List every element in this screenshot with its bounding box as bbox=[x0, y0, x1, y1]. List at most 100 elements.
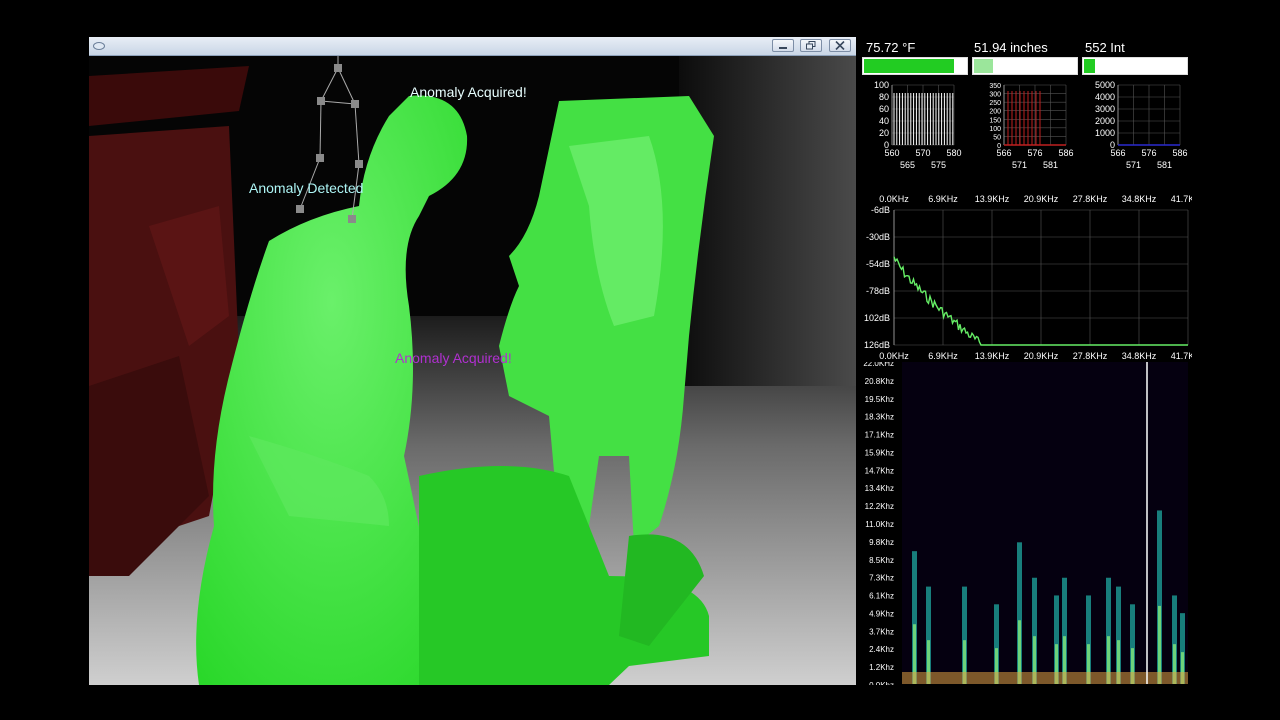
spectrum-db-label: -6dB bbox=[871, 205, 890, 215]
spectrogram-freq-label: 18.3Khz bbox=[865, 413, 894, 422]
spectrogram-freq-label: 13.4Khz bbox=[865, 484, 894, 493]
temperature-meter bbox=[862, 57, 968, 75]
close-icon bbox=[835, 41, 845, 50]
title-bar bbox=[89, 37, 856, 56]
spectrogram-freq-label: 2.4Khz bbox=[869, 645, 894, 654]
spectrum-freq-label-bottom: 6.9KHz bbox=[928, 351, 958, 361]
spectrum-freq-label-top: 41.7KHz bbox=[1171, 194, 1192, 204]
spectrogram-freq-label: 6.1Khz bbox=[869, 592, 894, 601]
spectrogram-freq-label: 15.9Khz bbox=[865, 448, 894, 457]
mini-chart-x-tick: 581 bbox=[1157, 160, 1172, 170]
spectrogram-freq-label: 7.3Khz bbox=[869, 574, 894, 583]
intensity-meter-fill bbox=[1084, 59, 1096, 73]
spectrogram-freq-label: 0.0Khz bbox=[869, 681, 894, 685]
mini-chart-y-tick: 4000 bbox=[1095, 92, 1115, 102]
mini-chart-x-tick: 576 bbox=[1141, 148, 1156, 158]
spectrum-freq-label-top: 13.9KHz bbox=[975, 194, 1010, 204]
distance-label: 51.94 inches bbox=[974, 40, 1048, 55]
distance-meter-fill bbox=[974, 59, 993, 73]
mini-chart-y-tick: 150 bbox=[989, 117, 1001, 124]
mini-chart-x-tick: 586 bbox=[1058, 148, 1073, 158]
restore-button[interactable] bbox=[800, 39, 822, 52]
spectrogram-freq-label: 1.2Khz bbox=[869, 663, 894, 672]
spectrogram-freq-label: 22.0KHz bbox=[863, 362, 894, 368]
spectrum-freq-label-top: 20.9KHz bbox=[1024, 194, 1059, 204]
temperature-label: 75.72 °F bbox=[866, 40, 916, 55]
spectrum-freq-label-bottom: 41.7KHz bbox=[1171, 351, 1192, 361]
mini-chart-x-tick: 571 bbox=[1012, 160, 1027, 170]
spectrum-db-label: 102dB bbox=[864, 313, 890, 323]
spectrogram-freq-label: 8.5Khz bbox=[869, 556, 894, 565]
spectrogram-freq-label: 17.1Khz bbox=[865, 431, 894, 440]
mini-chart-y-tick: 1000 bbox=[1095, 128, 1115, 138]
mini-chart-x-tick: 580 bbox=[946, 148, 961, 158]
mini-chart-x-tick: 566 bbox=[996, 148, 1011, 158]
spectrogram-freq-label: 12.2Khz bbox=[865, 502, 894, 511]
spectrum-freq-label-bottom: 0.0KHz bbox=[879, 351, 909, 361]
spectrogram-background bbox=[902, 362, 1188, 684]
mini-chart-y-tick: 3000 bbox=[1095, 104, 1115, 114]
spectrum-freq-label-bottom: 27.8KHz bbox=[1073, 351, 1108, 361]
spectrogram: 22.0KHz 20.8Khz 19.5Khz 18.3Khz 17.1Khz 15.9K… bbox=[863, 362, 1188, 685]
spectrogram-freq-label: 3.7Khz bbox=[869, 627, 894, 636]
minimize-icon bbox=[779, 47, 787, 49]
temperature-meter-fill bbox=[864, 59, 955, 73]
sensor-panel: 75.72 °F 51.94 inches 552 Int 100 80 60 40 2… bbox=[856, 37, 1192, 685]
depth-image bbox=[89, 56, 856, 685]
mini-chart-x-tick: 586 bbox=[1172, 148, 1187, 158]
anomaly-detected-label: Anomaly Detected bbox=[249, 180, 364, 196]
mini-chart-y-tick: 2000 bbox=[1095, 116, 1115, 126]
app-icon bbox=[93, 42, 105, 50]
mini-chart-y-tick: 100 bbox=[989, 126, 1001, 133]
mini-chart-x-tick: 581 bbox=[1043, 160, 1058, 170]
spectrum-db-label: 126dB bbox=[864, 340, 890, 350]
spectrogram-freq-label: 11.0Khz bbox=[865, 520, 894, 529]
distance-meter bbox=[972, 57, 1078, 75]
mini-chart-y-tick: 40 bbox=[879, 116, 889, 126]
mini-chart-x-tick: 560 bbox=[884, 148, 899, 158]
mini-charts: 100806040200560 570 580565 5753503002502001… bbox=[874, 81, 1188, 170]
mini-chart-1: 100806040200560 570 580565 575 bbox=[874, 81, 962, 170]
mini-chart-x-tick: 566 bbox=[1110, 148, 1125, 158]
spectrum-freq-label-top: 27.8KHz bbox=[1073, 194, 1108, 204]
spectrogram-low-band bbox=[902, 672, 1188, 684]
spectrum-freq-label-top: 6.9KHz bbox=[928, 194, 958, 204]
mini-chart-y-tick: 200 bbox=[989, 109, 1001, 116]
mini-chart-x-tick: 570 bbox=[915, 148, 930, 158]
mini-chart-y-tick: 350 bbox=[989, 83, 1001, 90]
mini-chart-2: 350300250200150100500566 576 586571 581 bbox=[989, 83, 1073, 170]
spectrum-db-label: -30dB bbox=[866, 232, 890, 242]
mini-chart-y-tick: 20 bbox=[879, 128, 889, 138]
mini-chart-y-tick: 100 bbox=[874, 81, 889, 90]
spectrogram-freq-label: 9.8Khz bbox=[869, 538, 894, 547]
depth-view: Anomaly Acquired! Anomaly Detected Anoma… bbox=[89, 56, 856, 685]
depth-camera-window: Anomaly Acquired! Anomaly Detected Anoma… bbox=[89, 37, 856, 685]
close-button[interactable] bbox=[829, 39, 851, 52]
mini-chart-y-tick: 5000 bbox=[1095, 81, 1115, 90]
frequency-spectrum: 0.0KHz 0.0KHz 6.9KHz 6.9KHz 13.9KHz 13.9KHz 20… bbox=[864, 194, 1192, 361]
spectrum-db-label: -78dB bbox=[866, 286, 890, 296]
mini-chart-x-tick: 576 bbox=[1027, 148, 1042, 158]
spectrum-freq-label-bottom: 20.9KHz bbox=[1024, 351, 1059, 361]
intensity-meter bbox=[1082, 57, 1188, 75]
mini-chart-y-tick: 60 bbox=[879, 104, 889, 114]
anomaly-acquired-label-mid: Anomaly Acquired! bbox=[395, 350, 512, 366]
mini-chart-3: 500040003000200010000566 576 586571 581 bbox=[1095, 81, 1188, 170]
mini-chart-x-tick: 571 bbox=[1126, 160, 1141, 170]
spectrum-freq-label-bottom: 34.8KHz bbox=[1122, 351, 1157, 361]
spectrogram-freq-label: 19.5Khz bbox=[865, 395, 894, 404]
minimize-button[interactable] bbox=[772, 39, 794, 52]
spectrogram-freq-label: 20.8Khz bbox=[865, 377, 894, 386]
spectrogram-freq-label: 14.7Khz bbox=[865, 466, 894, 475]
mini-chart-y-tick: 300 bbox=[989, 92, 1001, 99]
mini-chart-y-tick: 250 bbox=[989, 100, 1001, 107]
spectrum-db-label: -54dB bbox=[866, 259, 890, 269]
spectrogram-freq-label: 4.9Khz bbox=[869, 609, 894, 618]
anomaly-acquired-label-top: Anomaly Acquired! bbox=[410, 84, 527, 100]
mini-chart-x-tick: 575 bbox=[931, 160, 946, 170]
spectrum-freq-label-bottom: 13.9KHz bbox=[975, 351, 1010, 361]
spectrum-freq-label-top: 0.0KHz bbox=[879, 194, 909, 204]
restore-icon bbox=[806, 41, 816, 50]
intensity-label: 552 Int bbox=[1085, 40, 1125, 55]
mini-chart-y-tick: 50 bbox=[993, 134, 1001, 141]
